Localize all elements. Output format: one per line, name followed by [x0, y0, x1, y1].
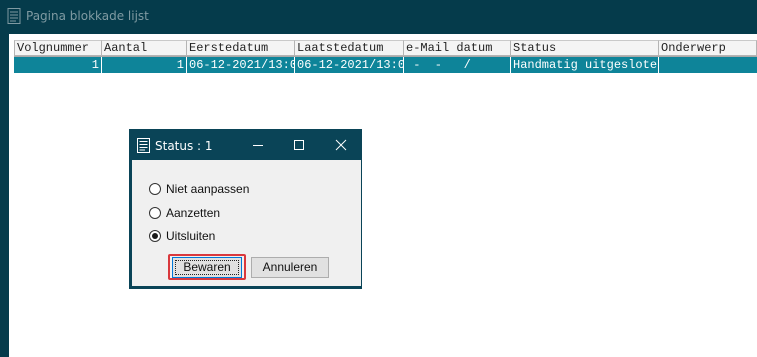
cell-volgnummer: 1: [14, 57, 102, 73]
radio-label: Aanzetten: [166, 206, 221, 220]
main-title-bar[interactable]: Pagina blokkade lijst: [0, 0, 757, 33]
column-header-laatstedatum[interactable]: Laatstedatum: [294, 40, 404, 56]
column-header-onderwerp[interactable]: Onderwerp: [658, 40, 757, 56]
dialog-title-bar[interactable]: Status : 1: [130, 130, 361, 160]
maximize-icon[interactable]: [291, 137, 307, 153]
radio-label: Uitsluiten: [166, 229, 216, 243]
column-header-volgnummer[interactable]: Volgnummer: [14, 40, 102, 56]
column-header-email-datum[interactable]: e-Mail datum: [403, 40, 511, 56]
blocked-list-grid[interactable]: Volgnummer Aantal Eerstedatum Laatstedat…: [14, 40, 757, 73]
window-title: Pagina blokkade lijst: [26, 9, 149, 23]
cell-status: Handmatig uitgesloten: [513, 57, 659, 73]
column-header-status[interactable]: Status: [510, 40, 659, 56]
column-header-aantal[interactable]: Aantal: [101, 40, 187, 56]
cell-email-datum: - - /: [404, 57, 511, 73]
table-row[interactable]: 1 1 06-12-2021/13:01 06-12-2021/13:01 - …: [14, 57, 757, 73]
save-button[interactable]: Bewaren: [172, 257, 242, 278]
document-list-icon: [137, 138, 150, 157]
radio-label: Niet aanpassen: [166, 182, 250, 196]
cancel-button[interactable]: Annuleren: [251, 257, 329, 278]
radio-button[interactable]: [149, 207, 161, 219]
radio-button-selected[interactable]: [149, 230, 161, 242]
dialog-body: Niet aanpassen Aanzetten Uitsluiten Bewa…: [132, 160, 361, 286]
dialog-title: Status : 1: [155, 139, 213, 153]
minimize-icon[interactable]: [250, 137, 266, 153]
column-header-eerstedatum[interactable]: Eerstedatum: [186, 40, 295, 56]
status-dialog: Status : 1 Niet aanpassen Aanzetten Uits…: [129, 129, 362, 289]
grid-header: Volgnummer Aantal Eerstedatum Laatstedat…: [14, 40, 757, 57]
close-icon[interactable]: [333, 137, 349, 153]
client-area: Volgnummer Aantal Eerstedatum Laatstedat…: [9, 34, 757, 357]
cell-aantal: 1: [102, 57, 187, 73]
focus-ring: [175, 260, 239, 275]
cell-onderwerp: [659, 57, 757, 73]
document-list-icon: [7, 8, 21, 28]
cell-eerstedatum: 06-12-2021/13:01: [189, 57, 295, 73]
radio-button[interactable]: [149, 183, 161, 195]
cell-laatstedatum: 06-12-2021/13:01: [297, 57, 404, 73]
